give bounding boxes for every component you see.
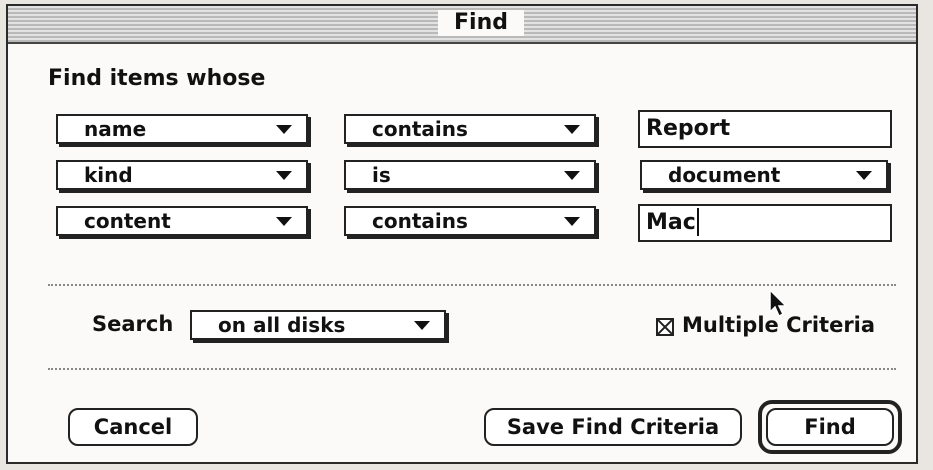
criterion-3-attribute-label: content — [84, 209, 171, 233]
find-heading: Find items whose — [48, 66, 266, 91]
criterion-3-value-field[interactable]: Mac — [638, 204, 892, 242]
search-scope-popup[interactable]: on all disks — [190, 310, 446, 340]
chevron-down-icon — [564, 125, 580, 134]
save-find-criteria-button[interactable]: Save Find Criteria — [484, 408, 742, 446]
criterion-2-operator-label: is — [372, 163, 391, 187]
criterion-2-attribute-popup[interactable]: kind — [56, 160, 308, 190]
window-title: Find — [438, 10, 524, 36]
criterion-1-operator-label: contains — [372, 117, 468, 141]
criterion-1-attribute-popup[interactable]: name — [56, 114, 308, 144]
criterion-2-attribute-label: kind — [84, 163, 133, 187]
criterion-1-value-field[interactable]: Report — [638, 110, 892, 148]
criterion-3-operator-popup[interactable]: contains — [344, 206, 596, 236]
search-label: Search — [92, 312, 174, 336]
chevron-down-icon — [564, 171, 580, 180]
chevron-down-icon — [414, 321, 430, 330]
search-scope-label: on all disks — [218, 313, 346, 337]
mouse-pointer-icon — [769, 288, 788, 318]
criterion-1-operator-popup[interactable]: contains — [344, 114, 596, 144]
chevron-down-icon — [276, 217, 292, 226]
text-caret — [697, 208, 699, 236]
multiple-criteria-checkbox[interactable] — [656, 318, 674, 336]
criterion-2-value-popup[interactable]: document — [640, 160, 888, 190]
divider-top — [48, 284, 896, 286]
criterion-2-value-label: document — [668, 163, 781, 187]
criterion-3-attribute-popup[interactable]: content — [56, 206, 308, 236]
criterion-1-attribute-label: name — [84, 117, 147, 141]
cancel-button[interactable]: Cancel — [68, 408, 198, 446]
title-bar[interactable]: Find — [8, 6, 916, 44]
divider-bottom — [48, 368, 896, 370]
chevron-down-icon — [564, 217, 580, 226]
chevron-down-icon — [856, 171, 872, 180]
chevron-down-icon — [276, 171, 292, 180]
chevron-down-icon — [276, 125, 292, 134]
criterion-2-operator-popup[interactable]: is — [344, 160, 596, 190]
criterion-3-operator-label: contains — [372, 209, 468, 233]
find-button[interactable]: Find — [766, 408, 894, 446]
